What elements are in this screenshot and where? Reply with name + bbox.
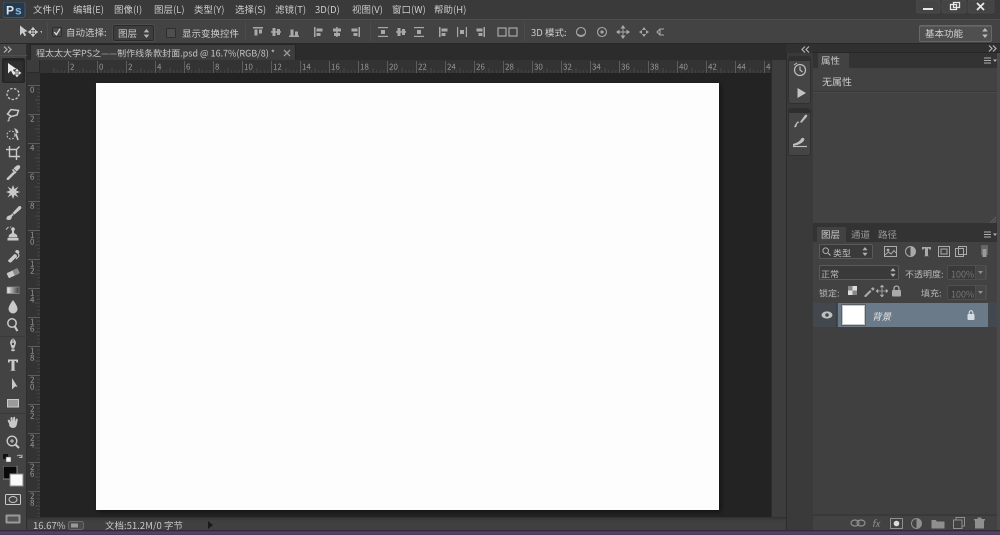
svg-text:P: P <box>6 4 14 18</box>
svg-text:s: s <box>15 4 22 18</box>
